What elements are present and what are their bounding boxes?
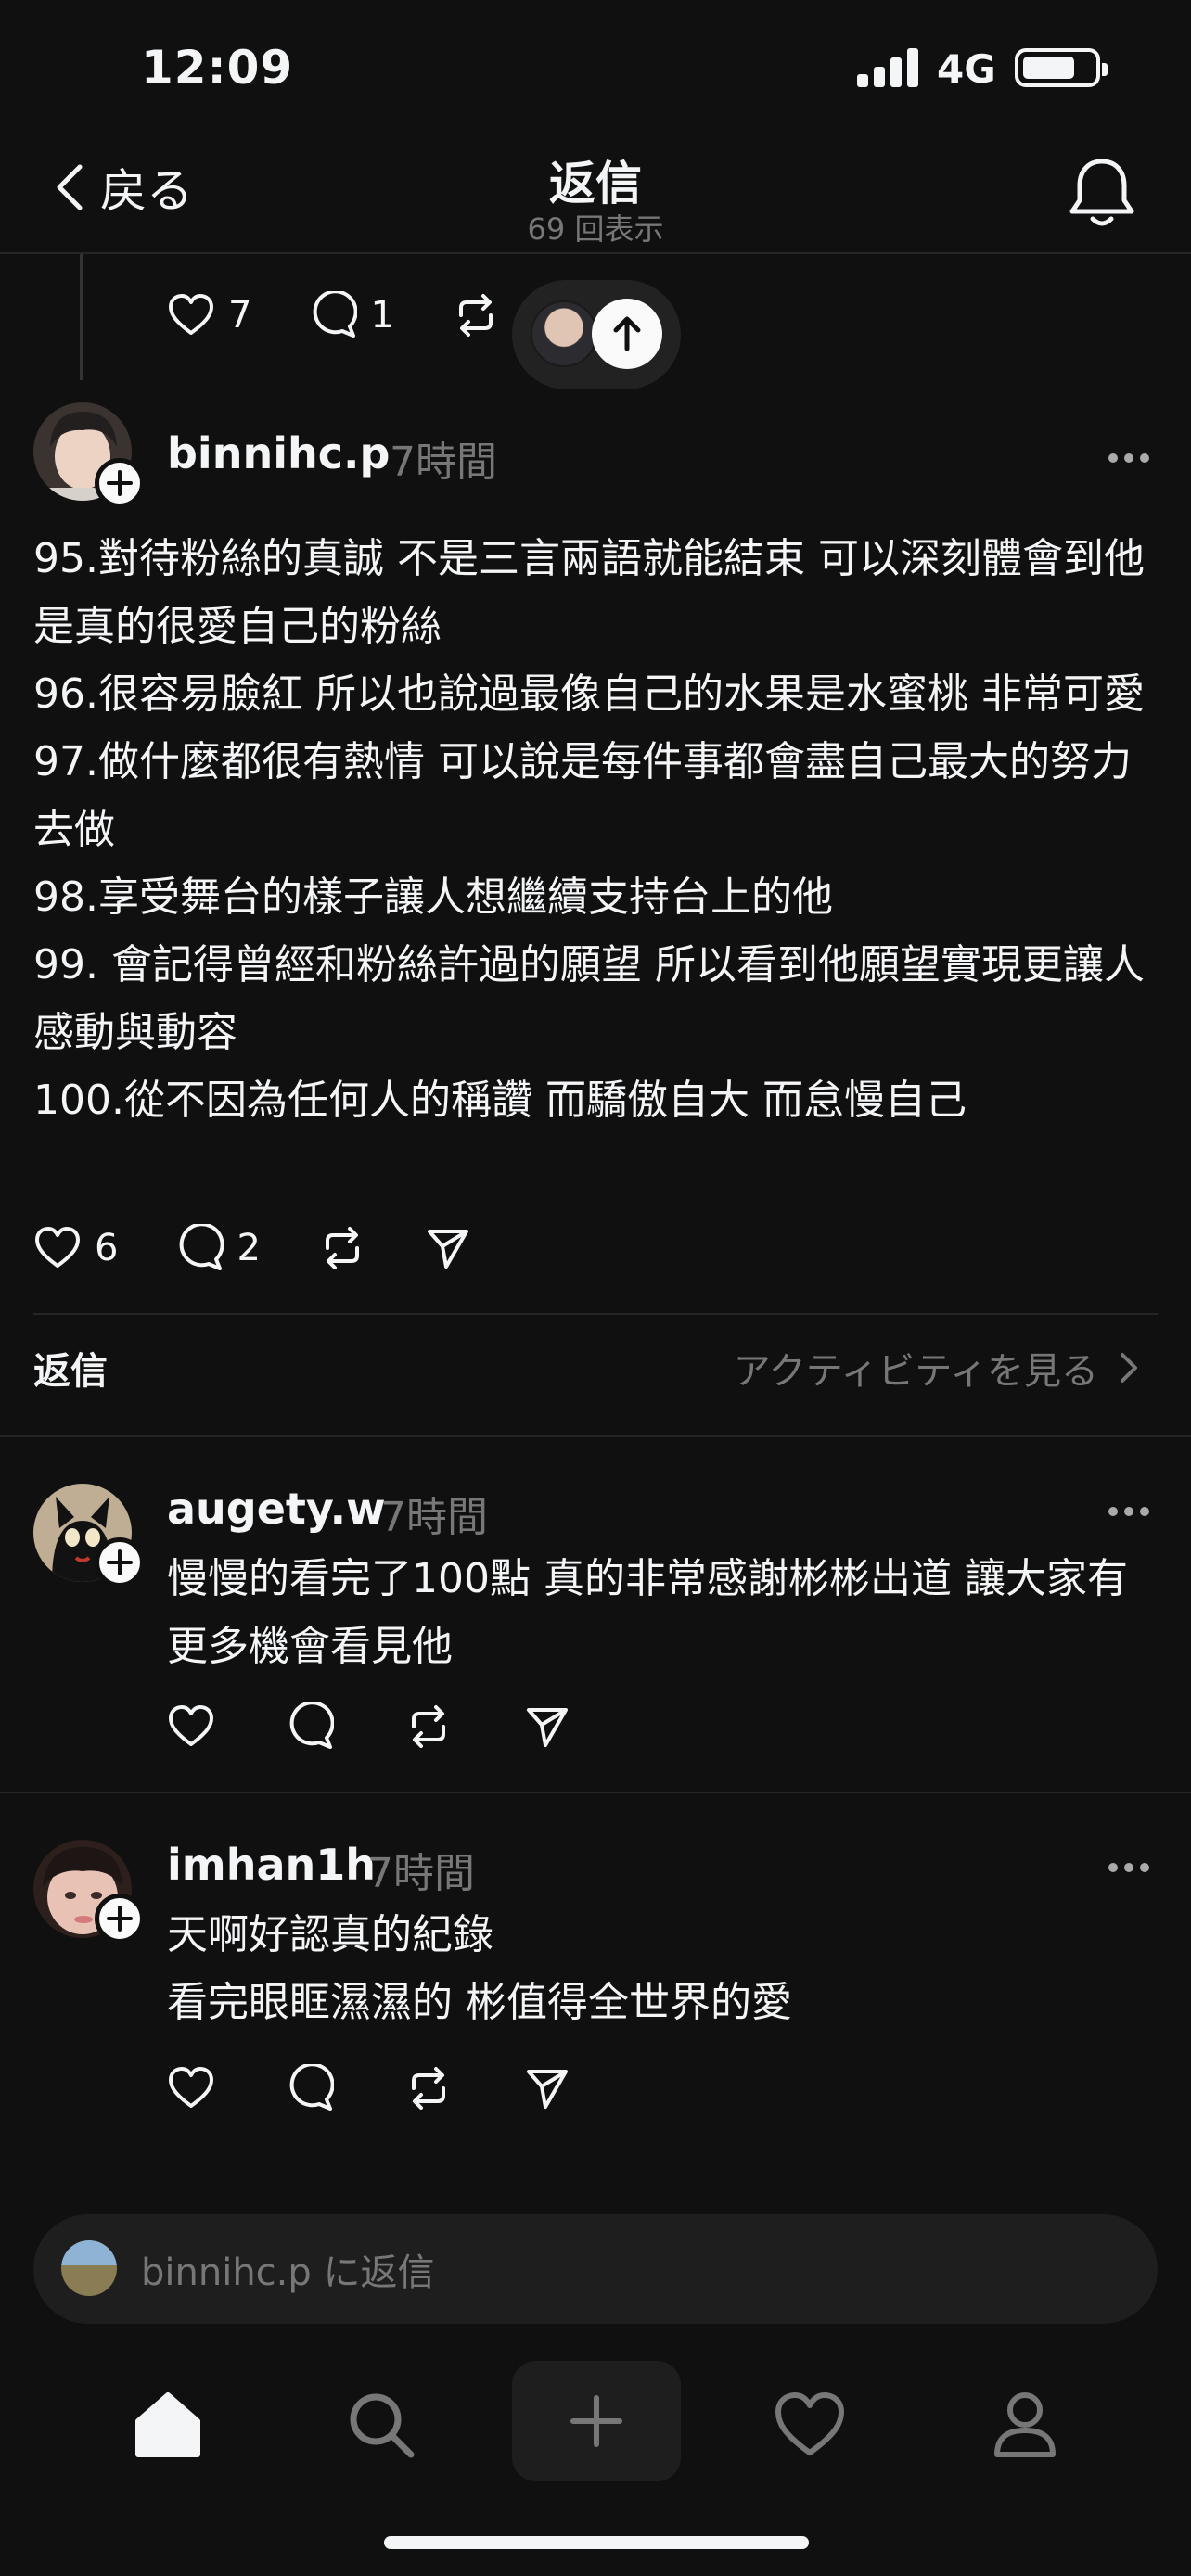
more-button[interactable] [1106,1502,1152,1521]
send-icon [527,2070,568,2109]
cellular-signal-icon [857,48,918,87]
heart-icon [169,294,213,335]
view-activity-label: アクティビティを見る [733,1350,1098,1393]
status-time: 12:09 [141,41,294,95]
like-button[interactable]: 6 [33,1224,118,1272]
tab-activity[interactable] [749,2365,870,2485]
share-button[interactable] [523,1702,571,1751]
reply-post: imhan1h 7時間 天啊好認真的紀錄 看完眼眶濕濕的 彬值得全世界的愛 [0,1836,1191,2114]
view-activity-link[interactable]: アクティビティを見る [734,1341,1143,1395]
repost-icon [412,1705,445,1748]
heart-icon [35,1227,80,1268]
repost-icon [325,1227,359,1269]
post-time: 7時間 [390,439,497,486]
replies-header: 返信 [33,1350,108,1393]
avatar [531,300,597,367]
avatar [61,2240,117,2296]
more-icon [1108,1507,1149,1516]
reply-button[interactable]: 1 [309,291,394,339]
repost-button[interactable] [404,1702,453,1751]
repost-button[interactable] [404,2064,453,2112]
divider [0,1792,1191,1793]
home-indicator [384,2536,809,2549]
reply-count: 2 [237,1227,261,1269]
network-type: 4G [937,46,996,92]
post-actions: 6 2 [33,1224,530,1272]
search-icon [350,2393,415,2458]
reply-text: 天啊好認真的紀錄 看完眼眶濕濕的 彬值得全世界的愛 [167,1911,792,2026]
scroll-up-button[interactable] [592,299,662,369]
like-count: 6 [95,1227,119,1269]
bell-icon[interactable] [1067,154,1137,232]
heart-icon [169,1705,213,1746]
send-icon [527,1708,568,1747]
person-icon [994,2392,1056,2457]
nav-header: 戻る 返信 69 回表示 [0,139,1191,254]
post-text: 95.對待粉絲的真誠 不是三言兩語就能結束 可以深刻體會到他是真的很愛自己的粉絲… [33,535,1145,1124]
repost-button[interactable] [452,291,500,339]
tab-profile[interactable] [965,2365,1085,2485]
comment-icon [289,2064,334,2111]
like-button[interactable]: 7 [167,291,251,339]
heart-icon [775,2392,844,2455]
comment-icon [180,1224,224,1270]
plus-icon [107,1549,133,1575]
like-button[interactable] [167,1702,215,1751]
share-button[interactable] [523,2064,571,2112]
reply-input-placeholder: binnihc.p に返信 [141,2251,435,2294]
tab-bar [0,2355,1191,2494]
more-button[interactable] [1106,1858,1152,1877]
battery-icon [1015,48,1108,87]
arrow-up-icon [613,316,641,351]
new-posts-pill[interactable] [512,280,681,389]
send-icon [427,1230,468,1269]
comment-icon [289,1702,334,1749]
reply-button[interactable] [286,2064,334,2112]
reply-button[interactable] [286,1702,334,1751]
repost-icon [458,294,493,337]
reply-actions [167,1702,629,1751]
plus-icon [107,470,133,496]
divider [33,1313,1158,1315]
page-title: 返信 [549,157,642,210]
reply-username[interactable]: augety.w [167,1484,386,1534]
share-button[interactable] [424,1224,472,1272]
thread-line [80,254,83,380]
plus-icon [107,1906,133,1932]
status-bar: 12:09 4G [0,0,1191,139]
reply-input[interactable]: binnihc.p に返信 [33,2214,1158,2324]
reply-post: augety.w 7時間 慢慢的看完了100點 真的非常感謝彬彬出道 讓大家有更… [0,1480,1191,1758]
follow-button[interactable] [95,1537,145,1588]
reply-button[interactable]: 2 [175,1224,261,1272]
tab-search[interactable] [321,2365,442,2485]
parent-post-actions: 7 1 [167,291,557,339]
heart-icon [169,2067,213,2108]
tab-home[interactable] [108,2365,228,2485]
like-button[interactable] [167,2064,215,2112]
more-icon [1108,1863,1149,1872]
follow-button[interactable] [95,1894,145,1944]
tab-compose[interactable] [512,2361,681,2481]
reply-text: 慢慢的看完了100點 真的非常感謝彬彬出道 讓大家有更多機會看見他 [167,1555,1128,1670]
plus-icon [570,2395,622,2447]
reply-username[interactable]: imhan1h [167,1840,376,1890]
repost-button[interactable] [318,1224,366,1272]
reply-actions [167,2064,629,2112]
reply-count: 1 [370,294,394,337]
like-count: 7 [228,294,252,337]
main-post: binnihc.p 7時間 95.對待粉絲的真誠 不是三言兩語就能結束 可以深刻… [0,399,1191,1307]
home-icon [135,2392,200,2457]
follow-button[interactable] [95,458,145,508]
post-username[interactable]: binnihc.p [167,428,390,478]
reply-time: 7時間 [367,1850,475,1897]
comment-icon [314,291,358,338]
more-button[interactable] [1106,449,1152,467]
view-count: 69 回表示 [527,211,664,247]
battery-level [1023,57,1074,79]
more-icon [1108,453,1149,463]
divider [0,1435,1191,1437]
repost-icon [412,2067,445,2110]
chevron-right-icon [1121,1353,1137,1383]
reply-time: 7時間 [380,1494,488,1541]
